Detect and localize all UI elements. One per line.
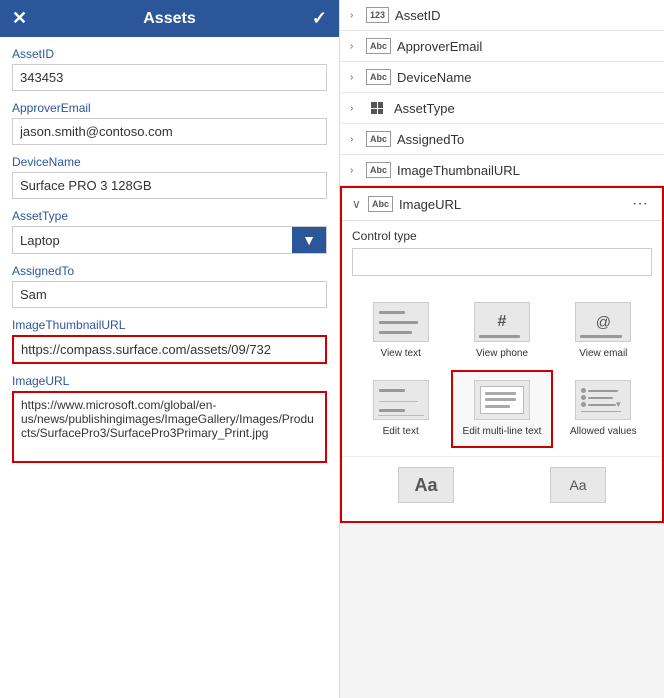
type-badge-devicename: Abc (366, 69, 391, 85)
assettype-field-group: AssetType Laptop ▼ (12, 209, 327, 254)
imagethumbnailurl-input[interactable] (12, 335, 327, 364)
imageurl-textarea[interactable] (12, 391, 327, 463)
right-panel: › 123 AssetID › Abc ApproverEmail › Abc … (340, 0, 664, 698)
field-name-imagethumbnailurl: ImageThumbnailURL (397, 163, 520, 178)
type-badge-assignedto: Abc (366, 131, 391, 147)
bottom-control-grid: Aa Aa (342, 456, 662, 521)
expand-icon-imagethumbnailurl: › (350, 165, 360, 176)
imageurl-field-group: ImageURL (12, 374, 327, 468)
assetid-input[interactable] (12, 64, 327, 91)
edit-text-icon (373, 380, 429, 420)
assettype-select-wrapper[interactable]: Laptop ▼ (12, 226, 327, 254)
devicename-label: DeviceName (12, 155, 327, 169)
type-badge-assettype (366, 100, 388, 116)
assettype-label: AssetType (12, 209, 327, 223)
control-item-view-email[interactable]: @ View email (553, 292, 654, 370)
control-type-label: Control type (352, 229, 652, 243)
expand-icon-devicename: › (350, 72, 360, 83)
edit-multiline-icon (474, 380, 530, 420)
assetid-label: AssetID (12, 47, 327, 61)
approveremail-input[interactable] (12, 118, 327, 145)
expand-icon-assignedto: › (350, 134, 360, 145)
view-text-icon (373, 302, 429, 342)
field-list-item-approveremail[interactable]: › Abc ApproverEmail (340, 31, 664, 62)
expand-icon-imageurl: ∨ (352, 197, 362, 211)
imageurl-expanded-section: ∨ Abc ImageURL ··· Control type View tex… (340, 186, 664, 523)
imageurl-section-header[interactable]: ∨ Abc ImageURL ··· (342, 188, 662, 221)
view-phone-label: View phone (476, 347, 528, 360)
allowed-values-label: Allowed values (570, 425, 637, 438)
type-badge-imageurl: Abc (368, 196, 393, 212)
check-icon[interactable]: ✓ (312, 8, 327, 29)
assettype-value: Laptop (13, 228, 292, 253)
view-email-icon: @ (575, 302, 631, 342)
control-item-view-phone[interactable]: # View phone (451, 292, 552, 370)
field-list-item-devicename[interactable]: › Abc DeviceName (340, 62, 664, 93)
left-body: AssetID ApproverEmail DeviceName AssetTy… (0, 37, 339, 698)
font-small-icon: Aa (550, 467, 606, 503)
field-list-item-assignedto[interactable]: › Abc AssignedTo (340, 124, 664, 155)
control-item-view-text[interactable]: View text (350, 292, 451, 370)
font-large-icon: Aa (398, 467, 454, 503)
panel-title: Assets (27, 10, 312, 28)
field-list-item-assetid[interactable]: › 123 AssetID (340, 0, 664, 31)
expand-icon-assetid: › (350, 10, 360, 21)
dropdown-arrow-icon: ▼ (614, 400, 622, 409)
multiline-inner-box (480, 386, 524, 414)
edit-text-label: Edit text (383, 425, 419, 438)
control-item-edit-text[interactable]: Edit text (350, 370, 451, 448)
left-header: ✕ Assets ✓ (0, 0, 339, 37)
dots-menu-button[interactable]: ··· (628, 195, 652, 213)
field-name-approveremail: ApproverEmail (397, 39, 482, 54)
type-badge-imagethumbnailurl: Abc (366, 162, 391, 178)
chevron-down-icon: ▼ (302, 232, 316, 248)
field-name-assetid: AssetID (395, 8, 441, 23)
view-email-label: View email (579, 347, 627, 360)
imageurl-field-name: ImageURL (399, 197, 628, 212)
control-item-font-large[interactable]: Aa (350, 461, 502, 513)
view-phone-icon: # (474, 302, 530, 342)
field-name-assignedto: AssignedTo (397, 132, 464, 147)
type-badge-approveremail: Abc (366, 38, 391, 54)
font-small-symbol: Aa (569, 477, 586, 493)
control-type-input[interactable] (352, 248, 652, 276)
view-text-label: View text (380, 347, 420, 360)
control-item-allowed-values[interactable]: ▼ Allowed values (553, 370, 654, 448)
devicename-field-group: DeviceName (12, 155, 327, 199)
close-icon[interactable]: ✕ (12, 8, 27, 29)
hash-symbol: # (498, 314, 507, 330)
control-item-edit-multiline[interactable]: Edit multi-line text (451, 370, 552, 448)
control-type-section: Control type (342, 221, 662, 284)
expand-icon-assettype: › (350, 103, 360, 114)
imagethumbnailurl-field-group: ImageThumbnailURL (12, 318, 327, 364)
edit-multiline-label: Edit multi-line text (463, 425, 542, 438)
allowed-values-icon: ▼ (575, 380, 631, 420)
control-type-grid: View text # View phone @ (342, 284, 662, 456)
left-panel: ✕ Assets ✓ AssetID ApproverEmail DeviceN… (0, 0, 340, 698)
field-name-devicename: DeviceName (397, 70, 471, 85)
assignedto-field-group: AssignedTo (12, 264, 327, 308)
assignedto-input[interactable] (12, 281, 327, 308)
assetid-field-group: AssetID (12, 47, 327, 91)
assettype-dropdown-button[interactable]: ▼ (292, 227, 326, 253)
at-symbol: @ (596, 315, 611, 330)
approveremail-label: ApproverEmail (12, 101, 327, 115)
field-list-item-imagethumbnailurl[interactable]: › Abc ImageThumbnailURL (340, 155, 664, 186)
control-item-font-small[interactable]: Aa (502, 461, 654, 513)
assignedto-label: AssignedTo (12, 264, 327, 278)
devicename-input[interactable] (12, 172, 327, 199)
imageurl-label: ImageURL (12, 374, 327, 388)
font-large-symbol: Aa (414, 475, 437, 496)
type-badge-assetid: 123 (366, 7, 389, 23)
approveremail-field-group: ApproverEmail (12, 101, 327, 145)
grid-icon (371, 102, 383, 114)
expand-icon-approveremail: › (350, 41, 360, 52)
field-name-assettype: AssetType (394, 101, 455, 116)
imagethumbnailurl-label: ImageThumbnailURL (12, 318, 327, 332)
field-list-item-assettype[interactable]: › AssetType (340, 93, 664, 124)
